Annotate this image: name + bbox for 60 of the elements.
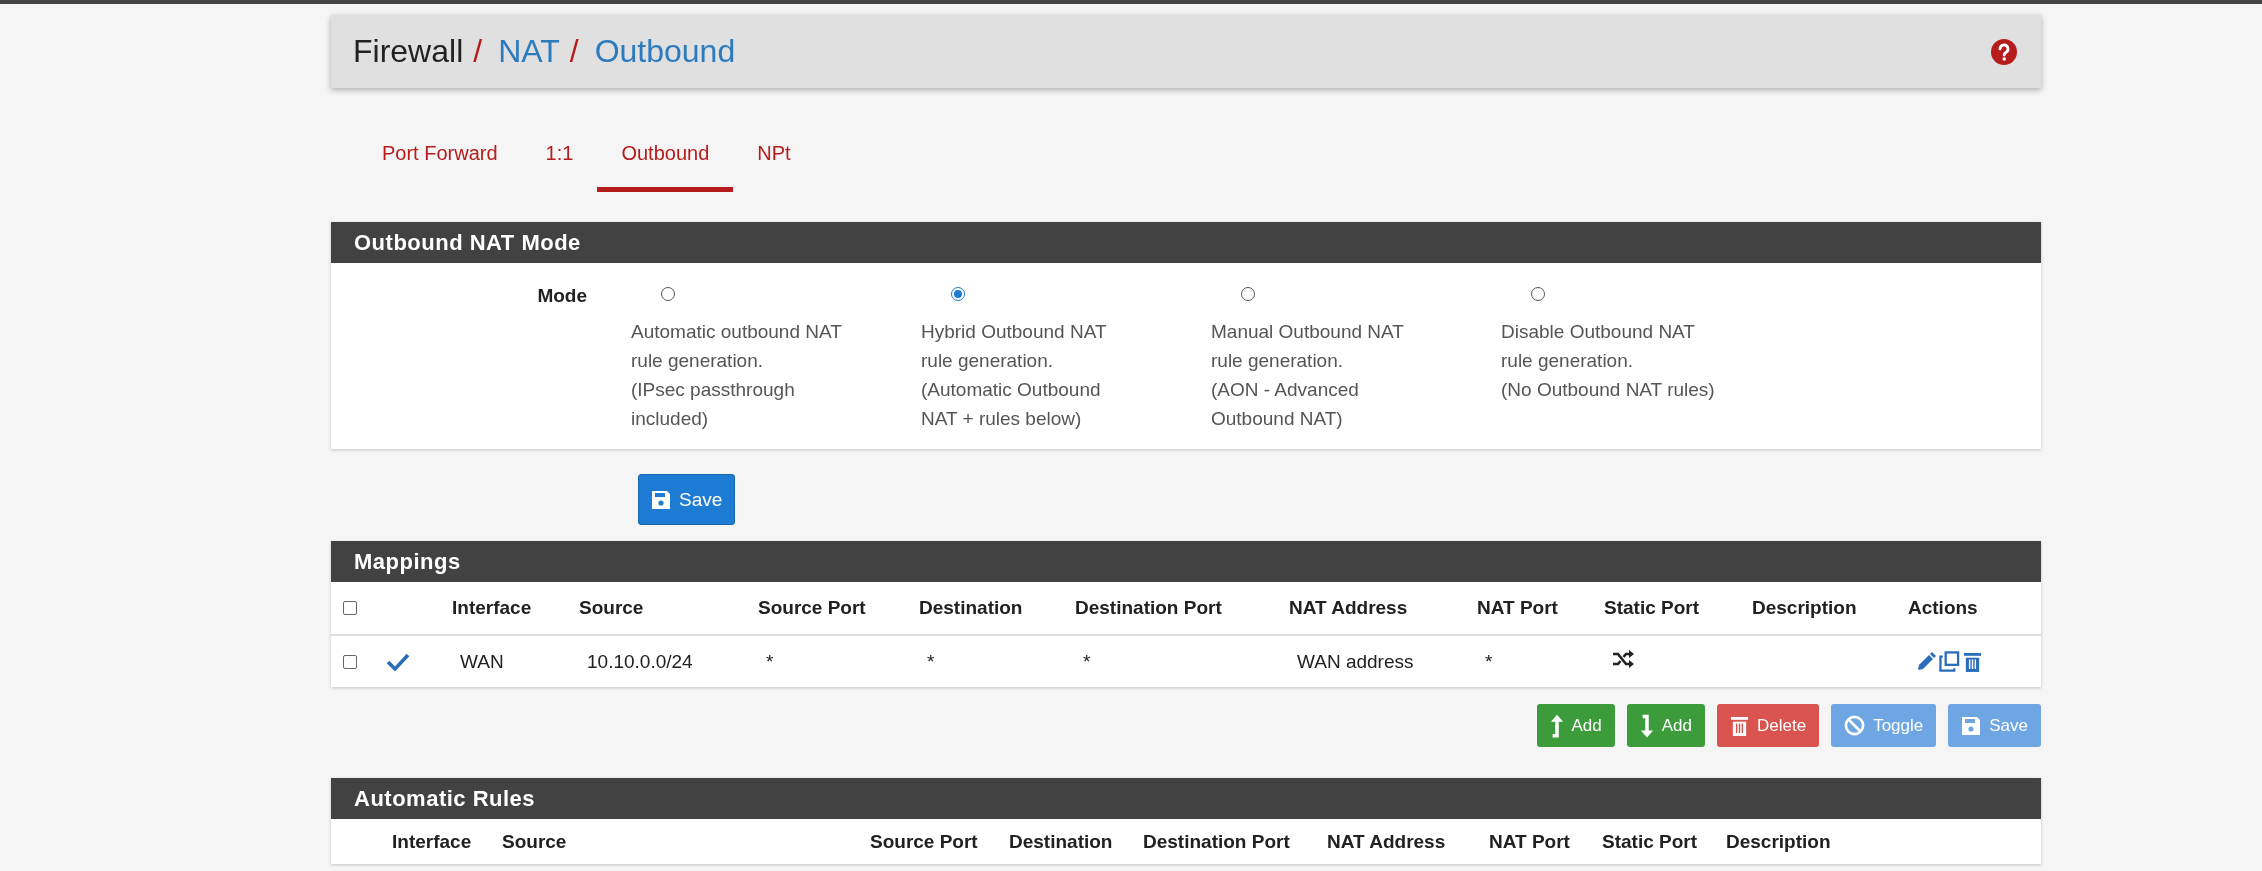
breadcrumb-link[interactable]: NAT xyxy=(498,33,560,70)
mode-label: Mode xyxy=(536,285,587,308)
add-below-button[interactable]: Add xyxy=(1626,704,1705,747)
table-cell: * xyxy=(1083,650,1091,672)
copy-icon[interactable] xyxy=(1939,651,1960,672)
column-header: Destination Port xyxy=(1143,830,1290,852)
column-header: Description xyxy=(1726,830,1831,852)
pencil-icon[interactable] xyxy=(1916,651,1936,672)
arrow-down-icon xyxy=(1639,713,1654,738)
breadcrumb-text: Firewall xyxy=(353,33,464,70)
option-description: Manual Outbound NAT rule generation. (AON - Advanced Outbound NAT) xyxy=(1211,320,1404,431)
table-cell: * xyxy=(927,650,935,672)
column-header: Actions xyxy=(1908,597,1978,618)
option-description: Hybrid Outbound NAT rule generation. (Automatic Outbound NAT + rules below) xyxy=(921,320,1107,431)
toggle-button[interactable]: Toggle xyxy=(1831,704,1937,747)
table-cell: WAN xyxy=(460,650,504,672)
nav-tab[interactable]: NPt xyxy=(733,130,815,192)
add-above-button[interactable]: Add xyxy=(1536,704,1615,747)
column-header: Destination xyxy=(919,597,1023,618)
column-header: Source xyxy=(502,830,567,852)
column-header: Interface xyxy=(452,597,532,618)
column-header: Source xyxy=(579,597,644,618)
column-header: NAT Port xyxy=(1489,830,1570,852)
table-cell: 10.10.0.0/24 xyxy=(587,650,693,672)
breadcrumb-link[interactable]: Outbound xyxy=(594,33,736,70)
column-header: Static Port xyxy=(1604,597,1700,618)
delete-button[interactable]: Delete xyxy=(1717,704,1820,747)
nav-tab[interactable]: Port Forward xyxy=(358,130,522,192)
column-header: NAT Address xyxy=(1327,830,1446,852)
trash-icon[interactable] xyxy=(1963,651,1982,672)
column-header: Source Port xyxy=(758,597,866,618)
column-header: Description xyxy=(1752,597,1857,618)
column-header: Destination Port xyxy=(1075,597,1222,618)
help-icon[interactable] xyxy=(1991,38,2017,65)
arrow-up-icon xyxy=(1549,713,1564,738)
nav-tab[interactable]: 1:1 xyxy=(521,130,598,192)
select-all-checkbox[interactable] xyxy=(343,601,357,615)
column-header: Destination xyxy=(1009,830,1113,852)
nav-tab[interactable]: Outbound xyxy=(597,130,734,192)
option-description: Automatic outbound NAT rule generation. (IPsec passthrough included) xyxy=(631,320,842,431)
option-description: Disable Outbound NAT rule generation. (No Outbound NAT rules) xyxy=(1501,320,1715,402)
row-checkbox[interactable] xyxy=(343,654,357,669)
table-cell: WAN address xyxy=(1297,650,1414,672)
column-header: NAT Port xyxy=(1477,597,1558,618)
column-header: Static Port xyxy=(1602,830,1698,852)
check-icon[interactable] xyxy=(386,651,410,672)
breadcrumb-separator: / xyxy=(569,33,579,70)
panel-heading: Mappings xyxy=(331,541,2041,582)
column-header: Source Port xyxy=(870,830,978,852)
panel-heading: Outbound NAT Mode xyxy=(331,222,2041,263)
save-button[interactable]: Save xyxy=(1948,704,2041,747)
panel-heading: Automatic Rules xyxy=(331,778,2041,819)
save-button[interactable]: Save xyxy=(638,474,736,525)
column-header: NAT Address xyxy=(1289,597,1408,618)
breadcrumb-separator: / xyxy=(473,33,483,70)
table-cell: * xyxy=(1485,650,1493,672)
table-cell: * xyxy=(766,650,774,672)
trash-icon xyxy=(1730,715,1749,736)
column-header: Interface xyxy=(392,830,472,852)
ban-icon xyxy=(1844,715,1866,736)
